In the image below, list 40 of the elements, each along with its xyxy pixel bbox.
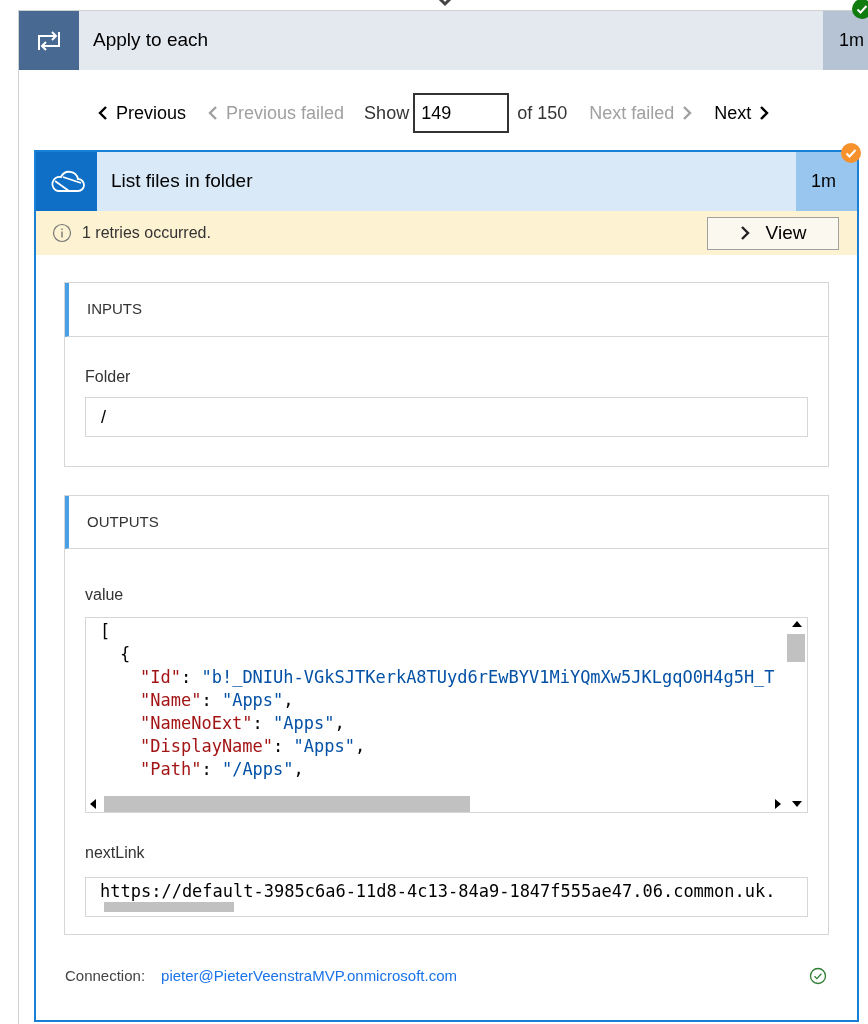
page-number-field[interactable]: 149 [413,93,510,133]
section-header: INPUTS [65,283,828,337]
link-value: https://default-3985c6a6-11d8-4c13-84a9-1847f555ae47.06.common.uk. [100,880,776,902]
code-line: "Id": "b!_DNIUh-VGkSJTKerkA8TUyd6rEwBYV1MiYQmXw5JKLgqO0H4g5H_T [139,666,775,689]
scroll-right-icon [775,799,781,809]
field-label: nextLink [85,843,146,863]
connection-label: Connection: [65,966,146,986]
page-count-label: of 150 [517,101,568,125]
scroll-left-icon [90,799,96,809]
code-line: "NameNoExt": "Apps", [139,712,345,735]
duration-label: 1m [796,152,857,211]
info-icon [52,223,72,243]
chevron-left-icon [98,105,108,121]
show-label: Show [364,101,410,125]
scroll-up-icon [792,621,802,627]
chevron-left-icon [208,105,219,121]
loop-header[interactable]: Apply to each [79,11,823,70]
scroll-thumb[interactable] [787,634,805,662]
previous-button[interactable]: Previous [98,99,187,127]
code-line: "DisplayName": "Apps", [139,735,366,758]
code-line: "Path": "/Apps", [139,758,304,781]
view-button[interactable]: View [707,216,839,250]
action-header[interactable]: List files in folder [97,152,796,211]
next-button[interactable]: Next [714,99,770,127]
code-line: { [119,643,131,666]
chevron-right-icon [759,105,770,121]
warning-text: 1 retries occurred. [82,223,211,243]
code-line: [ [100,620,111,643]
duration-label: 1m [823,11,868,70]
account-link[interactable]: pieter@PieterVeenstraMVP.onmicrosoft.com [161,965,457,988]
chevron-right-icon [682,105,693,121]
chevron-right-icon [739,225,750,241]
value-field: / [85,397,808,437]
scroll-thumb[interactable] [104,796,470,812]
field-label: Folder [85,367,132,387]
code-line: "Name": "Apps", [139,689,294,712]
section-header: OUTPUTS [65,496,828,549]
scroll-thumb[interactable] [104,902,234,912]
scroll-down-icon [792,801,802,807]
field-label: value [85,585,125,605]
